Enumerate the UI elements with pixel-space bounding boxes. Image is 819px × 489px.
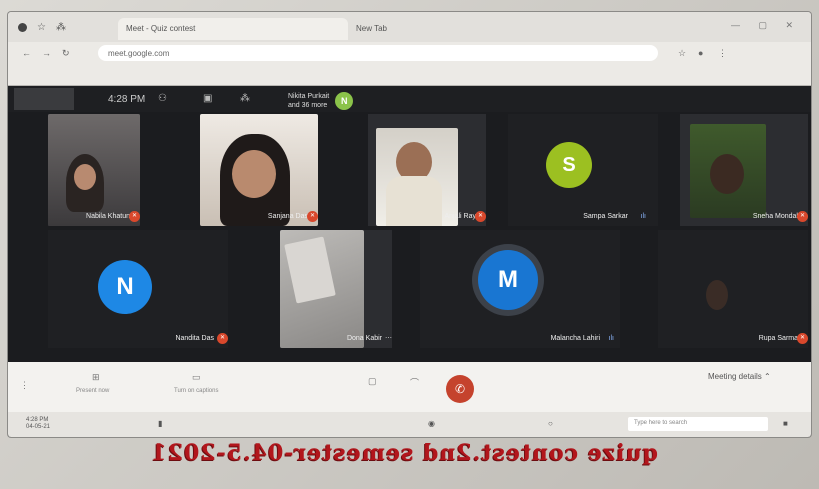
participant-tile[interactable]: Sanjana Das ✕	[200, 114, 318, 226]
mic-muted-icon: ✕	[475, 211, 486, 222]
participant-name: Nandita Das	[175, 335, 214, 342]
participant-tile[interactable]: Nabila Khatun ✕	[48, 114, 140, 226]
taskbar-search[interactable]: Type here to search	[628, 417, 768, 431]
address-bar[interactable]: meet.google.com	[98, 45, 658, 61]
window-dot-icon[interactable]	[18, 23, 27, 32]
address-row: ← → ↻ meet.google.com ☆ ● ⋮	[8, 42, 811, 64]
camera-icon[interactable]: ▢	[368, 376, 377, 387]
participant-name: Rupa Sarma	[758, 335, 798, 342]
end-call-button[interactable]: ✆	[446, 375, 474, 403]
participant-name: Dona Kabir	[346, 335, 382, 342]
tab-meet[interactable]: Meet - Quiz contest	[118, 18, 348, 40]
participant-tile[interactable]: Anjali Ray ✕	[368, 114, 486, 226]
tray-date: 04-05-21	[26, 424, 51, 430]
mic-muted-icon: ✕	[797, 333, 808, 344]
window-controls[interactable]: — ▢ ✕	[731, 20, 801, 31]
forward-icon[interactable]: →	[42, 48, 51, 58]
captions-icon[interactable]: ▭	[192, 372, 201, 383]
os-taskbar: 4:28 PM 04-05-21 ▮ ◉ ○ Type here to sear…	[8, 412, 811, 437]
extension-icon[interactable]: ⁂	[56, 22, 66, 33]
monitor-screen: ☆ ⁂ Meet - Quiz contest New Tab — ▢ ✕ ← …	[8, 12, 811, 437]
taskview-icon[interactable]: ○	[548, 419, 553, 428]
presenter-more: and 36 more	[288, 102, 328, 109]
mic-muted-icon: ✕	[217, 333, 228, 344]
participant-avatar: S	[546, 142, 592, 188]
address-text: meet.google.com	[108, 49, 170, 58]
speaking-icon: ılı	[640, 213, 646, 220]
reload-icon[interactable]: ↻	[62, 48, 70, 59]
participant-name: Anjali Ray	[444, 213, 476, 220]
taskbar-icon[interactable]: ▮	[158, 419, 162, 428]
back-icon[interactable]: ←	[22, 48, 31, 58]
more-dots-icon[interactable]: ⋯	[385, 334, 392, 342]
presenter-name: Nikita Purkait	[288, 93, 330, 100]
participant-name: Sampa Sarkar	[583, 213, 628, 220]
caption-overlay: quize contest.2nd semester-04.5-2021	[150, 440, 658, 466]
mic-muted-icon: ✕	[797, 211, 808, 222]
participant-name: Sanjana Das	[267, 213, 308, 220]
meeting-details-label: Meeting details	[708, 372, 762, 381]
chrome-taskbar-icon[interactable]: ◉	[428, 419, 435, 428]
microphone-icon[interactable]: ⌒	[410, 376, 419, 389]
participant-name: Sneha Mondal	[752, 213, 798, 220]
participant-avatar: N	[98, 260, 152, 314]
participant-tile[interactable]: Rupa Sarma ✕	[658, 230, 808, 348]
participant-tile[interactable]: N Nandita Das ✕	[48, 230, 228, 348]
captions-label[interactable]: Turn on captions	[174, 388, 218, 394]
chat-icon[interactable]: ▣	[203, 93, 212, 104]
presenter-avatar: N	[335, 92, 354, 110]
participant-tile[interactable]: Sneha Mondal ✕	[680, 114, 808, 226]
more-options-icon[interactable]: ⋮	[20, 380, 29, 391]
participant-tile[interactable]: Dona Kabir ⋯	[280, 230, 392, 348]
participant-tile[interactable]: M Malancha Lahiri ılı	[420, 230, 620, 348]
tray-time: 4:28 PM	[26, 417, 49, 423]
bookmark-star-icon[interactable]: ☆	[678, 48, 686, 59]
meeting-time: 4:28 PM	[108, 94, 146, 105]
mic-muted-icon: ✕	[129, 211, 140, 222]
mic-muted-icon: ✕	[307, 211, 318, 222]
presenter-indicator: Nikita Purkait and 36 more N	[288, 88, 354, 114]
present-icon[interactable]: ⊞	[92, 372, 100, 383]
tab-label: Meet - Quiz contest	[126, 24, 196, 33]
participant-avatar: M	[478, 250, 538, 310]
system-tray[interactable]: 4:28 PM 04-05-21	[26, 417, 50, 431]
activities-icon[interactable]: ⁂	[240, 93, 250, 104]
menu-dots-icon[interactable]: ⋮	[718, 48, 727, 59]
meeting-details-button[interactable]: Meeting details ⌃	[708, 372, 771, 381]
meet-top-strip: 4:28 PM ⚇ ▣ ⁂	[8, 86, 811, 112]
profile-icon[interactable]: ●	[698, 48, 703, 58]
meet-control-bar: ⋮ ⊞ Present now ▭ Turn on captions ▢ ⌒	[8, 362, 811, 412]
windows-start-icon[interactable]: ■	[783, 419, 788, 428]
search-placeholder: Type here to search	[634, 420, 688, 426]
self-view-thumbnail[interactable]	[14, 88, 74, 110]
people-icon[interactable]: ⚇	[158, 93, 167, 104]
star-icon[interactable]: ☆	[37, 22, 46, 33]
browser-chrome: ☆ ⁂ Meet - Quiz contest New Tab — ▢ ✕ ← …	[8, 12, 811, 86]
present-now-label[interactable]: Present now	[76, 388, 109, 394]
tab-new[interactable]: New Tab	[348, 18, 508, 40]
tab-bar: ☆ ⁂ Meet - Quiz contest New Tab — ▢ ✕	[8, 12, 811, 42]
participant-tile[interactable]: S Sampa Sarkar ılı	[508, 114, 658, 226]
participant-name: Malancha Lahiri	[550, 335, 600, 342]
speaking-icon: ılı	[608, 335, 614, 342]
participant-name: Nabila Khatun	[86, 213, 130, 220]
tab-label: New Tab	[356, 24, 387, 33]
